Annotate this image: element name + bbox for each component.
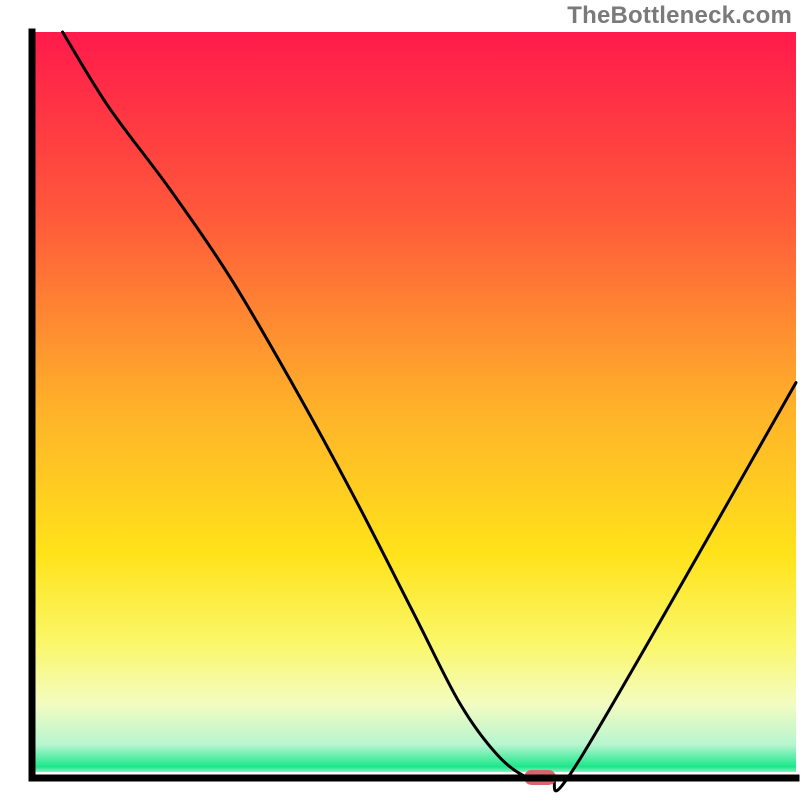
watermark-text: TheBottleneck.com xyxy=(567,2,792,30)
gradient-background xyxy=(32,32,796,778)
chart-container: TheBottleneck.com xyxy=(0,0,800,800)
bottleneck-chart xyxy=(0,0,800,800)
